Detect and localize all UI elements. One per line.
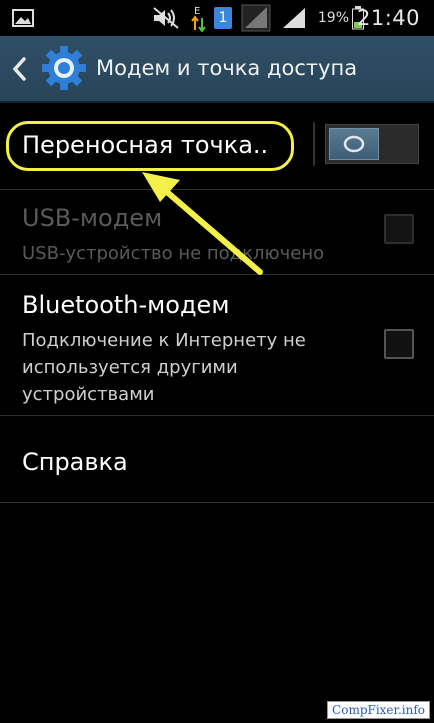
- arrow-annotation: [142, 172, 263, 275]
- watermark: CompFixer.info: [327, 701, 430, 719]
